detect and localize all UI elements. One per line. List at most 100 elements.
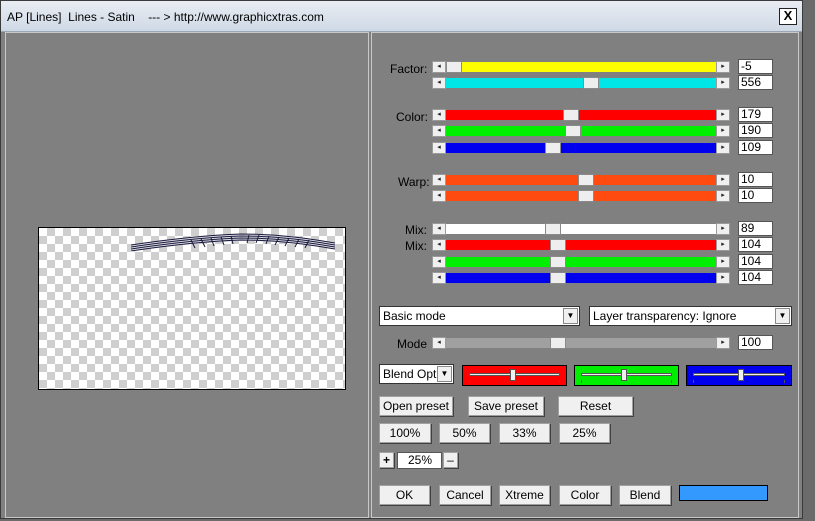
warp-slider-1[interactable]: ◂ ▸ <box>432 174 730 186</box>
arrow-right-icon[interactable]: ▸ <box>716 239 730 251</box>
blue-channel-box[interactable] <box>686 365 792 386</box>
factor-value-1[interactable]: -5 <box>738 59 773 74</box>
slider-thumb[interactable] <box>550 272 566 284</box>
mini-slider-track[interactable] <box>469 369 560 381</box>
slider-thumb[interactable] <box>578 174 594 186</box>
open-preset-button[interactable]: Open preset <box>379 396 453 416</box>
slider-track[interactable] <box>446 142 716 154</box>
slider-thumb[interactable] <box>550 256 566 268</box>
mini-slider-track[interactable] <box>693 369 785 381</box>
arrow-right-icon[interactable]: ▸ <box>716 272 730 284</box>
warp-slider-2[interactable]: ◂ ▸ <box>432 190 730 202</box>
zoom-in-button[interactable]: + <box>379 452 394 468</box>
reset-button[interactable]: Reset <box>558 396 633 416</box>
mode-value[interactable]: 100 <box>738 335 773 350</box>
green-channel-box[interactable] <box>574 365 679 386</box>
slider-track[interactable] <box>446 223 716 235</box>
zoom-100-button[interactable]: 100% <box>379 423 431 443</box>
arrow-left-icon[interactable]: ◂ <box>432 142 446 154</box>
arrow-right-icon[interactable]: ▸ <box>716 223 730 235</box>
arrow-left-icon[interactable]: ◂ <box>432 174 446 186</box>
mix-slider-1[interactable]: ◂ ▸ <box>432 223 730 235</box>
close-button[interactable]: X <box>779 8 797 25</box>
mix-value-green[interactable]: 104 <box>738 254 773 269</box>
arrow-right-icon[interactable]: ▸ <box>716 142 730 154</box>
arrow-left-icon[interactable]: ◂ <box>432 337 446 349</box>
zoom-33-button[interactable]: 33% <box>499 423 550 443</box>
slider-thumb[interactable] <box>563 109 579 121</box>
chevron-down-icon[interactable]: ▼ <box>563 308 578 324</box>
arrow-left-icon[interactable]: ◂ <box>432 272 446 284</box>
arrow-right-icon[interactable]: ▸ <box>716 77 730 89</box>
arrow-left-icon[interactable]: ◂ <box>432 61 446 73</box>
slider-thumb[interactable] <box>550 239 566 251</box>
slider-thumb[interactable] <box>545 223 561 235</box>
blend-options-dropdown[interactable]: Blend Optio ▼ <box>379 364 454 384</box>
color-value-blue[interactable]: 109 <box>738 140 773 155</box>
color-value-red[interactable]: 179 <box>738 107 773 122</box>
zoom-out-button[interactable]: – <box>443 452 458 468</box>
mini-slider-track[interactable] <box>581 369 672 381</box>
slider-track[interactable] <box>446 190 716 202</box>
slider-thumb[interactable] <box>545 142 561 154</box>
color-value-green[interactable]: 190 <box>738 123 773 138</box>
preview-image[interactable] <box>38 227 346 390</box>
save-preset-button[interactable]: Save preset <box>468 396 544 416</box>
mix-value-blue[interactable]: 104 <box>738 270 773 285</box>
arrow-right-icon[interactable]: ▸ <box>716 190 730 202</box>
arrow-left-icon[interactable]: ◂ <box>432 239 446 251</box>
cancel-button[interactable]: Cancel <box>439 485 491 505</box>
blend-button[interactable]: Blend <box>619 485 671 505</box>
slider-track[interactable] <box>446 239 716 251</box>
slider-track[interactable] <box>446 272 716 284</box>
factor-value-2[interactable]: 556 <box>738 75 773 90</box>
color-button[interactable]: Color <box>559 485 611 505</box>
slider-thumb[interactable] <box>446 61 462 73</box>
chevron-down-icon[interactable]: ▼ <box>437 366 452 382</box>
zoom-25-button[interactable]: 25% <box>559 423 610 443</box>
slider-track[interactable] <box>446 174 716 186</box>
slider-track[interactable] <box>446 77 716 89</box>
arrow-right-icon[interactable]: ▸ <box>716 125 730 137</box>
mix-value-red[interactable]: 104 <box>738 237 773 252</box>
arrow-right-icon[interactable]: ▸ <box>716 109 730 121</box>
transparency-dropdown[interactable]: Layer transparency: Ignore ▼ <box>589 306 792 326</box>
chevron-down-icon[interactable]: ▼ <box>775 308 790 324</box>
slider-thumb[interactable] <box>550 337 566 349</box>
xtreme-button[interactable]: Xtreme <box>499 485 550 505</box>
arrow-left-icon[interactable]: ◂ <box>432 190 446 202</box>
zoom-50-button[interactable]: 50% <box>439 423 490 443</box>
arrow-right-icon[interactable]: ▸ <box>716 256 730 268</box>
arrow-left-icon[interactable]: ◂ <box>432 256 446 268</box>
blend-color-swatch[interactable] <box>679 485 768 501</box>
slider-thumb[interactable] <box>583 77 599 89</box>
mix-value-1[interactable]: 89 <box>738 221 773 236</box>
arrow-right-icon[interactable]: ▸ <box>716 61 730 73</box>
factor-slider-1[interactable]: ◂ ▸ <box>432 61 730 73</box>
warp-value-1[interactable]: 10 <box>738 172 773 187</box>
zoom-value[interactable]: 25% <box>397 452 442 469</box>
slider-thumb[interactable] <box>578 190 594 202</box>
mode-dropdown[interactable]: Basic mode ▼ <box>379 306 580 326</box>
arrow-right-icon[interactable]: ▸ <box>716 337 730 349</box>
slider-thumb[interactable] <box>565 125 581 137</box>
arrow-right-icon[interactable]: ▸ <box>716 174 730 186</box>
mix-slider-red[interactable]: ◂ ▸ <box>432 239 730 251</box>
arrow-left-icon[interactable]: ◂ <box>432 109 446 121</box>
factor-slider-2[interactable]: ◂ ▸ <box>432 77 730 89</box>
arrow-left-icon[interactable]: ◂ <box>432 125 446 137</box>
arrow-left-icon[interactable]: ◂ <box>432 223 446 235</box>
mix-slider-green[interactable]: ◂ ▸ <box>432 256 730 268</box>
color-slider-blue[interactable]: ◂ ▸ <box>432 142 730 154</box>
slider-track[interactable] <box>446 337 716 349</box>
slider-track[interactable] <box>446 125 716 137</box>
title-bar[interactable]: AP [Lines] Lines - Satin --- > http://ww… <box>1 1 802 32</box>
arrow-left-icon[interactable]: ◂ <box>432 77 446 89</box>
warp-value-2[interactable]: 10 <box>738 188 773 203</box>
slider-track[interactable] <box>446 61 716 73</box>
color-slider-red[interactable]: ◂ ▸ <box>432 109 730 121</box>
mix-slider-blue[interactable]: ◂ ▸ <box>432 272 730 284</box>
ok-button[interactable]: OK <box>379 485 430 505</box>
red-channel-box[interactable] <box>462 365 567 386</box>
slider-track[interactable] <box>446 256 716 268</box>
